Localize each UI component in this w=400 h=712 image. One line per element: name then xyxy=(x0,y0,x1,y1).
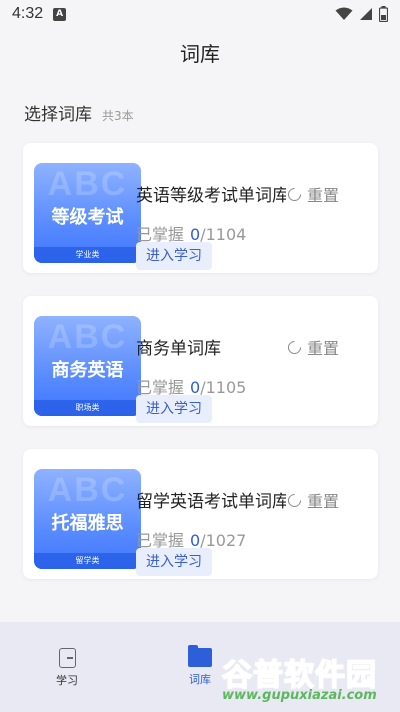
status-time: 4:32 xyxy=(12,5,44,22)
status-icons xyxy=(335,6,388,22)
notification-app-icon: A xyxy=(53,7,67,21)
folder-icon xyxy=(188,645,212,667)
reset-label: 重置 xyxy=(306,186,339,205)
book-cover: ABC 等级考试 学业类 xyxy=(34,163,141,263)
watermark-url: www.gupuxiazai.com xyxy=(222,688,377,703)
cover-title: 商务英语 xyxy=(51,360,124,381)
cover-title: 等级考试 xyxy=(51,207,124,228)
enter-study-button[interactable]: 进入学习 xyxy=(136,395,212,423)
refresh-icon xyxy=(285,337,304,357)
site-watermark: 谷普软件园 www.gupuxiazai.com xyxy=(218,650,400,708)
refresh-icon xyxy=(285,490,304,510)
reset-button[interactable]: 重置 xyxy=(285,182,339,206)
reset-button[interactable]: 重置 xyxy=(285,488,339,512)
reset-label: 重置 xyxy=(306,339,339,358)
cover-category-tag: 职场类 xyxy=(34,400,141,416)
cover-watermark: ABC xyxy=(47,165,128,203)
status-bar: 4:32 A xyxy=(0,0,400,28)
refresh-icon xyxy=(285,184,304,204)
document-icon xyxy=(58,648,76,668)
book-count: 共3本 xyxy=(102,109,134,123)
enter-study-button[interactable]: 进入学习 xyxy=(136,548,212,576)
wordbook-name: 留学英语考试单词库 xyxy=(136,492,286,512)
enter-study-button[interactable]: 进入学习 xyxy=(136,242,212,270)
cover-watermark: ABC xyxy=(47,318,128,356)
book-cover: ABC 托福雅思 留学类 xyxy=(34,469,141,569)
wordbook-card[interactable]: ABC 等级考试 学业类 英语等级考试单词库 重置 已掌握 0/1104 进入学习 xyxy=(23,143,378,273)
page-title: 词库 xyxy=(180,42,220,66)
section-header: 选择词库 共3本 xyxy=(24,100,134,125)
reset-label: 重置 xyxy=(306,492,339,511)
tab-study[interactable]: 学习 xyxy=(37,648,97,688)
wordbook-name: 商务单词库 xyxy=(136,339,221,359)
reset-button[interactable]: 重置 xyxy=(285,335,339,359)
section-title: 选择词库 xyxy=(24,105,92,125)
cover-watermark: ABC xyxy=(47,471,128,509)
wordbook-card[interactable]: ABC 商务英语 职场类 商务单词库 重置 已掌握 0/1105 进入学习 xyxy=(23,296,378,426)
tab-label: 学习 xyxy=(56,674,78,687)
wordbook-name: 英语等级考试单词库 xyxy=(136,186,286,206)
wordbook-card[interactable]: ABC 托福雅思 留学类 留学英语考试单词库 重置 已掌握 0/1027 进入学习 xyxy=(23,449,378,579)
cellular-signal-icon xyxy=(360,8,372,20)
book-cover: ABC 商务英语 职场类 xyxy=(34,316,141,416)
cover-title: 托福雅思 xyxy=(51,513,124,534)
cover-category-tag: 留学类 xyxy=(34,553,141,569)
battery-icon xyxy=(379,6,388,22)
cover-category-tag: 学业类 xyxy=(34,247,141,263)
wifi-icon xyxy=(335,7,353,20)
